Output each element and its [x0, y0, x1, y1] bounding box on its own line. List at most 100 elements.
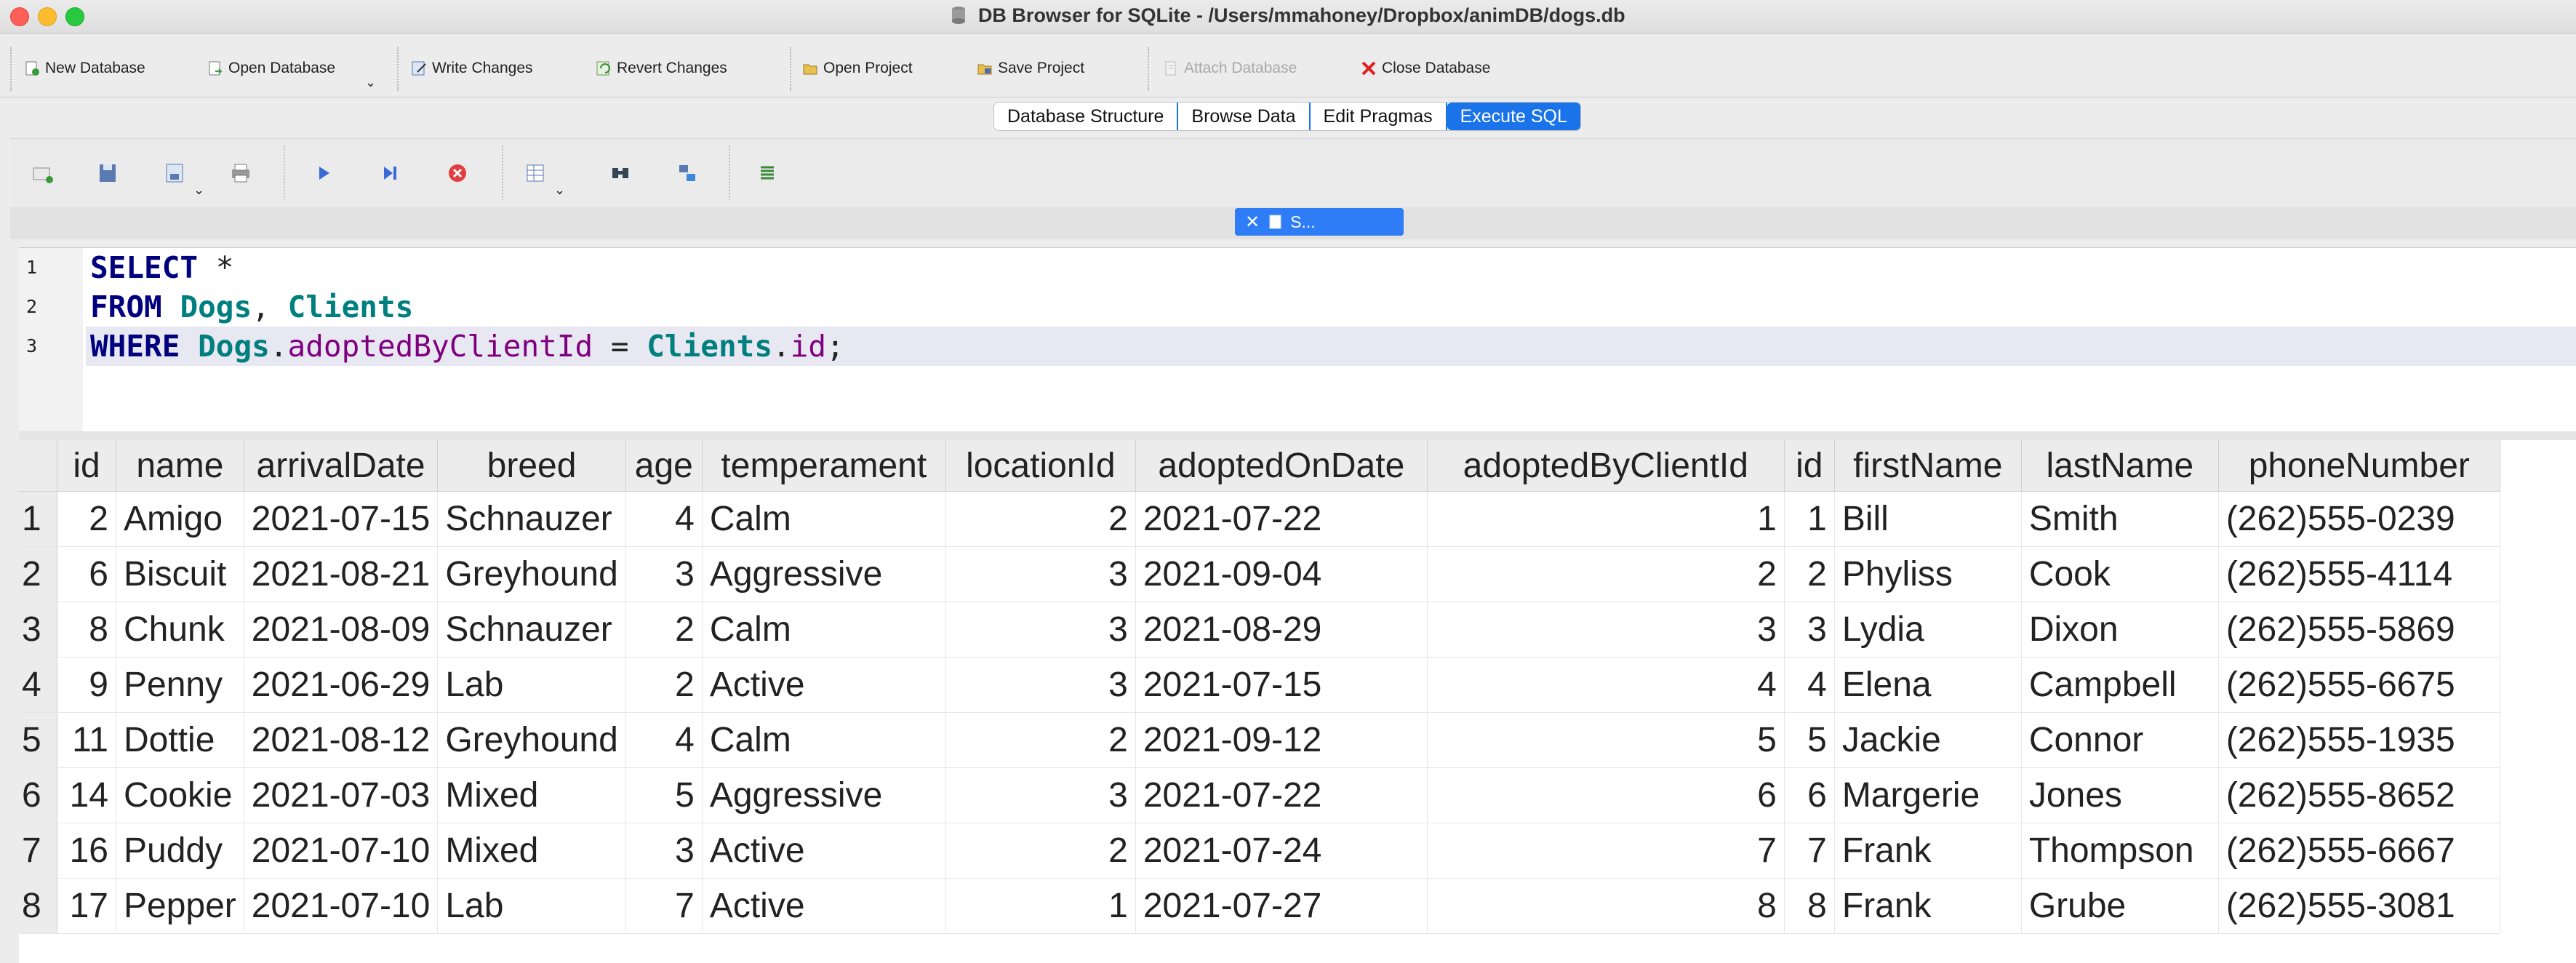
table-cell[interactable]: 2021-07-24 — [1135, 823, 1428, 879]
table-cell[interactable]: 2021-07-27 — [1135, 878, 1428, 934]
editor-results-splitter[interactable] — [19, 431, 2576, 440]
table-cell[interactable]: 6 — [1427, 767, 1785, 823]
table-cell[interactable]: 7 — [1427, 823, 1785, 879]
attach-database-button[interactable]: Attach Database — [1162, 57, 1297, 79]
table-cell[interactable]: Schnauzer — [437, 602, 626, 658]
table-cell[interactable]: 17 — [57, 878, 116, 934]
results-grid[interactable]: id name arrivalDate breed age temperament loca… — [19, 440, 2576, 963]
row-number[interactable]: 5 — [19, 712, 57, 768]
table-cell[interactable]: Dixon — [2021, 602, 2219, 658]
table-cell[interactable]: 1 — [1784, 491, 1835, 547]
table-cell[interactable]: Connor — [2021, 712, 2219, 768]
save-results-icon[interactable] — [524, 161, 548, 185]
table-cell[interactable]: (262)555-0239 — [2218, 491, 2500, 547]
table-cell[interactable]: 3 — [625, 546, 703, 602]
row-number[interactable]: 1 — [19, 491, 57, 547]
table-cell[interactable]: Bill — [1834, 491, 2022, 547]
table-cell[interactable]: Frank — [1834, 823, 2022, 879]
table-cell[interactable]: 2 — [945, 712, 1136, 768]
find-text-icon[interactable] — [608, 161, 633, 185]
table-cell[interactable]: Calm — [702, 602, 946, 658]
table-cell[interactable]: 2021-08-09 — [244, 602, 439, 658]
table-cell[interactable]: Frank — [1834, 878, 2022, 934]
table-cell[interactable]: 2021-07-15 — [1135, 657, 1428, 713]
table-cell[interactable]: 14 — [57, 767, 116, 823]
table-cell[interactable]: 16 — [57, 823, 116, 879]
table-cell[interactable]: (262)555-3081 — [2218, 878, 2500, 934]
table-cell[interactable]: 4 — [625, 491, 703, 547]
tab-execute-sql[interactable]: Execute SQL — [1447, 103, 1580, 130]
table-cell[interactable]: Campbell — [2021, 657, 2219, 713]
table-cell[interactable]: Cookie — [116, 767, 244, 823]
column-header-age[interactable]: age — [625, 440, 703, 492]
table-cell[interactable]: 2021-07-22 — [1135, 767, 1428, 823]
table-cell[interactable]: 3 — [1784, 602, 1835, 658]
table-cell[interactable]: 7 — [1784, 823, 1835, 879]
column-header-temperament[interactable]: temperament — [702, 440, 946, 492]
table-cell[interactable]: 5 — [1784, 712, 1835, 768]
new-database-button[interactable]: New Database — [23, 57, 145, 79]
table-cell[interactable]: 7 — [625, 878, 703, 934]
table-row[interactable]: 1 2 Amigo 2021-07-15 Schnauzer 4 Calm 2 2021-07-… — [19, 491, 2500, 547]
close-database-button[interactable]: Close Database — [1360, 57, 1490, 79]
table-cell[interactable]: Aggressive — [702, 546, 946, 602]
table-cell[interactable]: 2021-08-12 — [244, 712, 439, 768]
row-number[interactable]: 8 — [19, 878, 57, 934]
table-cell[interactable]: 8 — [1427, 878, 1785, 934]
table-cell[interactable]: Thompson — [2021, 823, 2219, 879]
sql-editor[interactable]: 1 2 3 SELECT * FROM Dogs, Clients WHERE … — [19, 247, 2576, 432]
table-cell[interactable]: Aggressive — [702, 767, 946, 823]
save-project-button[interactable]: Save Project — [976, 57, 1084, 79]
table-cell[interactable]: 11 — [57, 712, 116, 768]
open-tab-icon[interactable] — [31, 161, 55, 185]
revert-changes-button[interactable]: Revert Changes — [595, 57, 727, 79]
table-cell[interactable]: Jones — [2021, 767, 2219, 823]
tab-browse-data[interactable]: Browse Data — [1178, 103, 1311, 130]
table-cell[interactable]: Mixed — [437, 823, 626, 879]
find-replace-icon[interactable] — [675, 161, 700, 185]
tab-edit-pragmas[interactable]: Edit Pragmas — [1311, 103, 1447, 130]
table-cell[interactable]: Margerie — [1834, 767, 2022, 823]
table-row[interactable]: 3 8 Chunk 2021-08-09 Schnauzer 2 Calm 3 2021-08-… — [19, 602, 2500, 658]
table-cell[interactable]: Lydia — [1834, 602, 2022, 658]
column-header-locationId[interactable]: locationId — [945, 440, 1136, 492]
table-cell[interactable]: Cook — [2021, 546, 2219, 602]
table-cell[interactable]: Smith — [2021, 491, 2219, 547]
table-cell[interactable]: (262)555-6675 — [2218, 657, 2500, 713]
table-cell[interactable]: 9 — [57, 657, 116, 713]
execute-current-line-icon[interactable] — [378, 161, 403, 185]
table-cell[interactable]: 2 — [1784, 546, 1835, 602]
table-cell[interactable]: (262)555-6667 — [2218, 823, 2500, 879]
print-icon[interactable] — [228, 161, 253, 185]
table-cell[interactable]: (262)555-8652 — [2218, 767, 2500, 823]
table-cell[interactable]: 4 — [1427, 657, 1785, 713]
table-cell[interactable]: 2021-07-22 — [1135, 491, 1428, 547]
table-cell[interactable]: 6 — [1784, 767, 1835, 823]
table-cell[interactable]: 2021-07-03 — [244, 767, 439, 823]
row-number[interactable]: 3 — [19, 602, 57, 658]
table-row[interactable]: 7 16 Puddy 2021-07-10 Mixed 3 Active 2 2021-07-2… — [19, 823, 2500, 879]
comment-lines-icon[interactable] — [755, 161, 780, 185]
save-results-dropdown-icon[interactable]: ⌄ — [554, 183, 565, 198]
table-cell[interactable]: 2 — [945, 491, 1136, 547]
table-cell[interactable]: Greyhound — [437, 546, 626, 602]
table-cell[interactable]: Grube — [2021, 878, 2219, 934]
column-header-adoptedByClientId[interactable]: adoptedByClientId — [1427, 440, 1785, 492]
table-cell[interactable]: 2021-08-21 — [244, 546, 439, 602]
table-cell[interactable]: 2021-09-12 — [1135, 712, 1428, 768]
column-header-firstName[interactable]: firstName — [1834, 440, 2022, 492]
table-row[interactable]: 2 6 Biscuit 2021-08-21 Greyhound 3 Aggressive 3… — [19, 546, 2500, 602]
stop-execution-icon[interactable] — [445, 161, 470, 185]
column-header-arrivalDate[interactable]: arrivalDate — [244, 440, 439, 492]
table-cell[interactable]: (262)555-4114 — [2218, 546, 2500, 602]
table-cell[interactable]: Jackie — [1834, 712, 2022, 768]
save-sql-file-icon[interactable] — [163, 161, 188, 185]
table-cell[interactable]: Pepper — [116, 878, 244, 934]
table-cell[interactable]: 2021-07-10 — [244, 878, 439, 934]
column-header-lastName[interactable]: lastName — [2021, 440, 2219, 492]
table-cell[interactable]: 3 — [945, 767, 1136, 823]
table-cell[interactable]: 3 — [625, 823, 703, 879]
table-cell[interactable]: 2021-07-15 — [244, 491, 439, 547]
table-cell[interactable]: 2 — [625, 602, 703, 658]
table-cell[interactable]: 1 — [1427, 491, 1785, 547]
